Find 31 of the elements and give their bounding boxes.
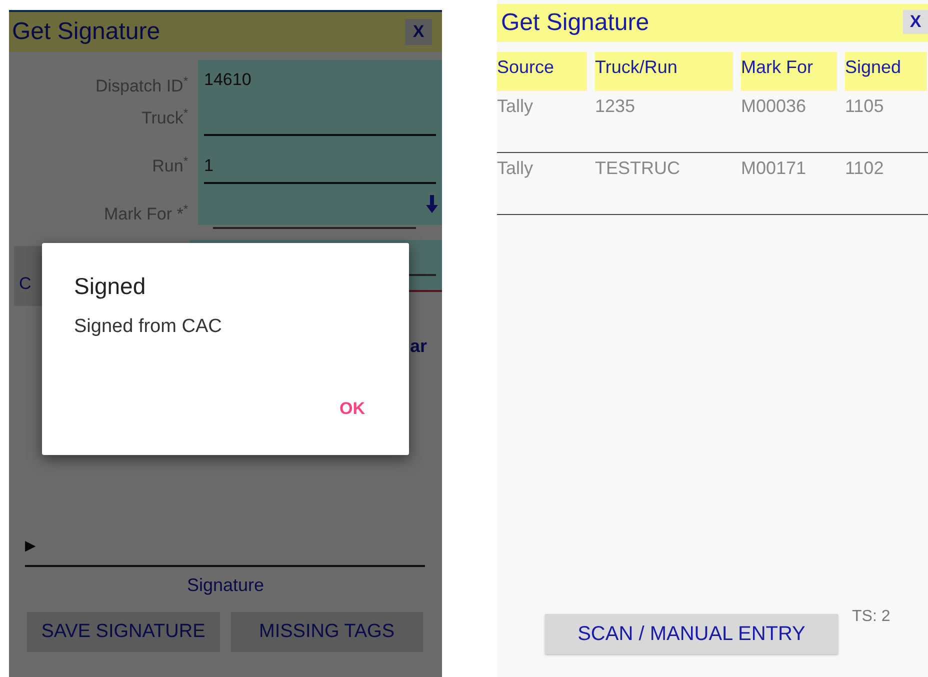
- close-button[interactable]: X: [903, 10, 928, 34]
- link-text[interactable]: ar: [410, 336, 427, 357]
- signature-label: Signature: [186, 575, 264, 596]
- scan-button[interactable]: SCAN / MANUAL ENTRY: [545, 614, 838, 654]
- action-button[interactable]: SAVE SIGNATURE: [27, 612, 220, 652]
- table-row[interactable]: Tally 1235 M00036 1105: [497, 91, 928, 153]
- table-cell-text: M00036: [741, 95, 808, 118]
- play-marker: ▶: [25, 537, 36, 553]
- window-title: Get Signature: [12, 18, 160, 46]
- ok-button[interactable]: OK: [330, 399, 385, 419]
- counter-text: TS: 2: [852, 608, 890, 626]
- table-cell-text: 1105: [845, 95, 885, 118]
- table-cell-text: 1102: [845, 157, 885, 180]
- close-button[interactable]: X: [405, 19, 432, 45]
- action-button[interactable]: MISSING TAGS: [230, 612, 423, 652]
- table-row[interactable]: Tally TESTRUC M00171 1102: [497, 153, 928, 215]
- table-cell-text: Tally: [497, 157, 534, 180]
- column-header: Mark For: [741, 52, 837, 91]
- dialog-title: Signed: [74, 273, 147, 300]
- column-header: Source: [497, 52, 587, 91]
- dropdown-field[interactable]: [198, 188, 442, 225]
- table-cell-text: M00171: [741, 157, 808, 180]
- dialog-message: Signed from CAC: [74, 316, 223, 338]
- table-cell-text: 1235: [595, 95, 636, 118]
- down-arrow-icon: [426, 195, 438, 213]
- column-header: Signed: [845, 52, 927, 91]
- window-title: Get Signature: [501, 9, 650, 37]
- table-cell-text: Tally: [497, 95, 534, 118]
- signature-pad[interactable]: ▶: [25, 537, 425, 567]
- table-cell-text: TESTRUC: [595, 157, 681, 180]
- column-header: Truck/Run: [595, 52, 733, 91]
